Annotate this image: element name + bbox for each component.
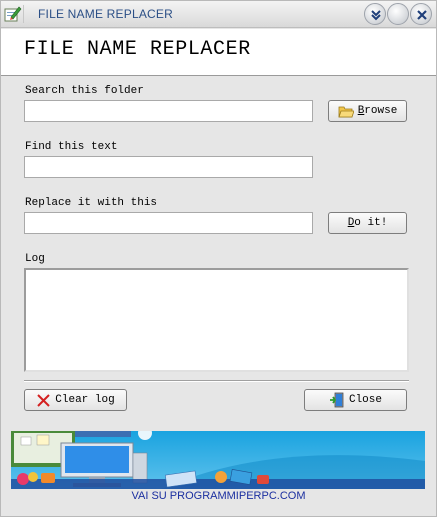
close-button-label: Close <box>348 394 382 406</box>
close-icon <box>417 10 427 20</box>
header-panel: FILE NAME REPLACER <box>1 29 436 76</box>
folder-icon <box>338 106 354 117</box>
separator <box>24 380 409 382</box>
find-text-input[interactable] <box>24 156 313 178</box>
browse-button[interactable]: Browse <box>328 100 407 122</box>
rollup-button[interactable] <box>364 3 386 25</box>
advert-banner[interactable] <box>11 431 425 489</box>
banner-link[interactable]: VAI SU PROGRAMMIPERPC.COM <box>1 490 436 502</box>
app-window: FILE NAME REPLACER FILE NAME REPLACER Se… <box>0 0 437 517</box>
clear-log-button-label: Clear log <box>55 394 115 406</box>
find-text-label: Find this text <box>25 141 118 153</box>
replace-text-label: Replace it with this <box>25 197 158 209</box>
do-it-button-label: Do it! <box>347 217 388 229</box>
close-window-button[interactable] <box>410 3 432 25</box>
exit-door-icon <box>329 392 344 408</box>
app-pencil-icon[interactable] <box>4 5 22 23</box>
close-button[interactable]: Close <box>304 389 407 411</box>
log-label: Log <box>25 253 45 265</box>
replace-text-input[interactable] <box>24 212 313 234</box>
do-it-button[interactable]: Do it! <box>328 212 407 234</box>
banner-image <box>11 431 425 489</box>
clear-log-button[interactable]: Clear log <box>24 389 127 411</box>
browse-button-label: Browse <box>357 105 398 117</box>
title-divider <box>23 5 24 23</box>
search-folder-input[interactable] <box>24 100 313 122</box>
search-folder-label: Search this folder <box>25 85 144 97</box>
minimize-button[interactable] <box>387 3 409 25</box>
double-chevron-down-icon <box>371 10 381 21</box>
window-title: FILE NAME REPLACER <box>38 7 173 21</box>
log-textarea[interactable] <box>24 268 409 372</box>
red-x-icon <box>37 393 50 407</box>
page-title: FILE NAME REPLACER <box>24 38 251 61</box>
title-bar[interactable]: FILE NAME REPLACER <box>1 1 436 28</box>
